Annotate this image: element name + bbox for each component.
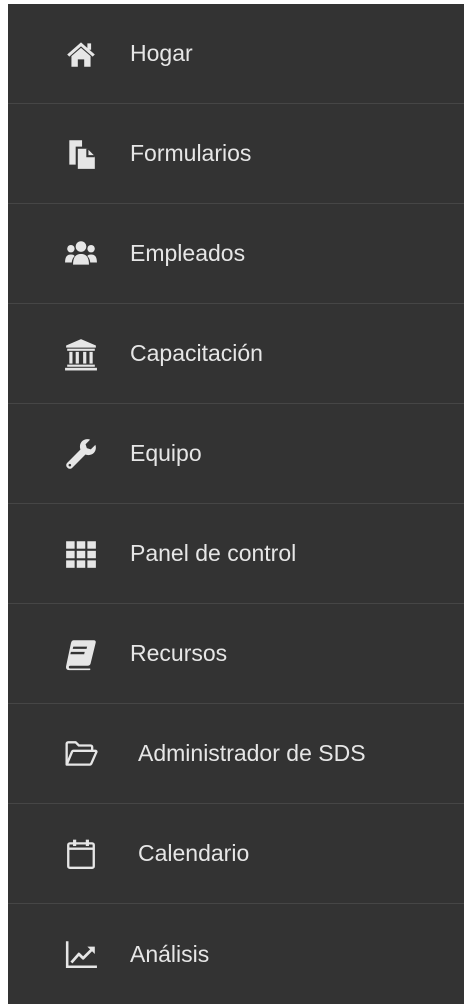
sidebar-item-label: Equipo: [130, 440, 202, 466]
sidebar-item-label: Calendario: [138, 840, 250, 866]
wrench-icon: [64, 437, 98, 471]
sidebar-item-label: Panel de control: [130, 540, 297, 566]
sidebar-item-administrador-de-sds[interactable]: Administrador de SDS: [8, 704, 464, 804]
sidebar-item-label: Formularios: [130, 140, 252, 166]
copy-icon: [64, 137, 98, 171]
line-chart-icon: [64, 937, 98, 971]
folder-open-icon: [64, 737, 98, 771]
sidebar-item-analisis[interactable]: Análisis: [8, 904, 464, 1004]
sidebar-item-formularios[interactable]: Formularios: [8, 104, 464, 204]
book-icon: [64, 637, 98, 671]
sidebar-menu: Hogar Formularios Empleados Capacitación…: [8, 4, 464, 1004]
sidebar-item-label: Administrador de SDS: [138, 740, 366, 766]
grid-icon: [64, 537, 98, 571]
sidebar-item-calendario[interactable]: Calendario: [8, 804, 464, 904]
sidebar: Hogar Formularios Empleados Capacitación…: [8, 4, 464, 1004]
sidebar-item-recursos[interactable]: Recursos: [8, 604, 464, 704]
sidebar-item-label: Análisis: [130, 940, 210, 967]
home-icon: [64, 37, 98, 71]
sidebar-item-label: Empleados: [130, 240, 246, 266]
sidebar-item-equipo[interactable]: Equipo: [8, 404, 464, 504]
sidebar-item-label: Recursos: [130, 640, 228, 666]
bank-icon: [64, 337, 98, 371]
sidebar-item-label: Hogar: [130, 40, 193, 66]
sidebar-item-label: Capacitación: [130, 340, 263, 366]
sidebar-item-panel-de-control[interactable]: Panel de control: [8, 504, 464, 604]
users-icon: [64, 237, 98, 271]
sidebar-item-hogar[interactable]: Hogar: [8, 4, 464, 104]
sidebar-item-empleados[interactable]: Empleados: [8, 204, 464, 304]
sidebar-item-capacitacion[interactable]: Capacitación: [8, 304, 464, 404]
calendar-icon: [64, 837, 98, 871]
